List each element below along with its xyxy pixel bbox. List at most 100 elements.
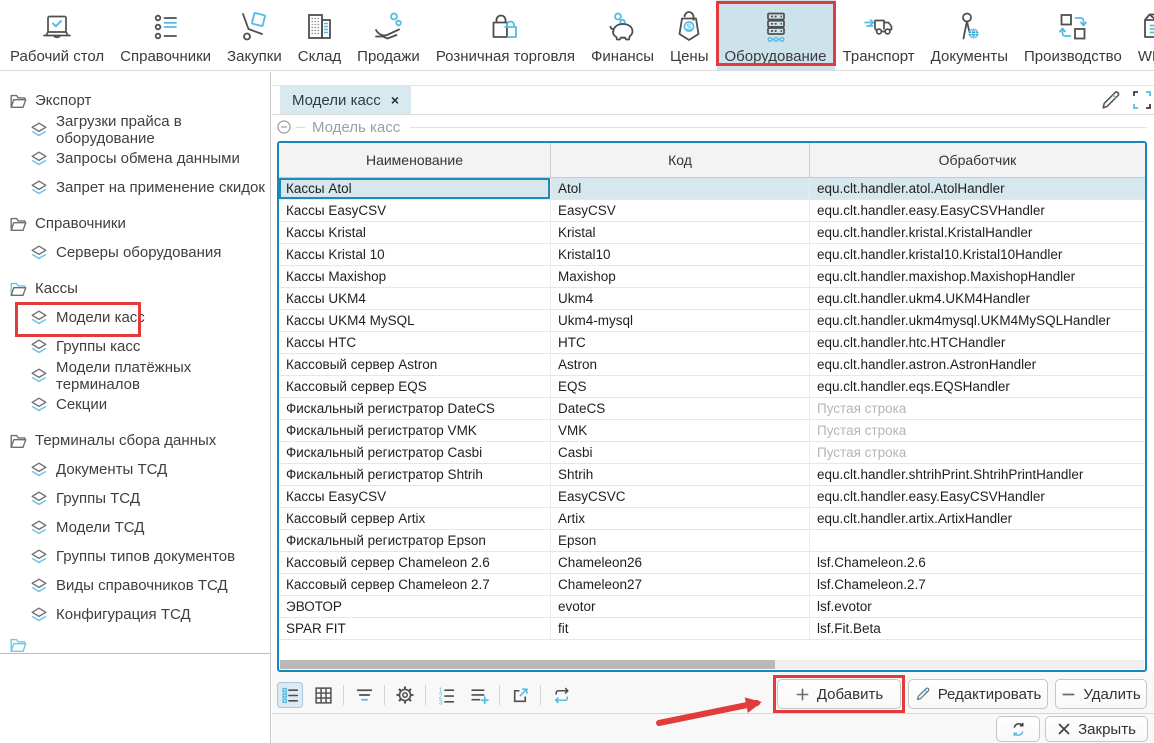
filter-icon[interactable] — [351, 682, 377, 708]
tree-item-export[interactable]: Экспорт — [0, 86, 270, 115]
close-x-icon — [1057, 722, 1071, 736]
table-row[interactable]: Кассы UKM4 MySQLUkm4-mysqlequ.clt.handle… — [279, 310, 1145, 332]
tree-item-price-uploads[interactable]: Загрузки прайса в оборудование — [0, 115, 270, 144]
tree-item-tsd-documents[interactable]: Документы ТСД — [0, 455, 270, 484]
edit-pencil-icon[interactable] — [1098, 88, 1122, 112]
table-row[interactable]: ЭВОТОРevotorlsf.evotor — [279, 596, 1145, 618]
toolbar-separator — [384, 685, 385, 705]
table-row[interactable]: Кассы EasyCSVEasyCSVCequ.clt.handler.eas… — [279, 486, 1145, 508]
tree-item-discount-ban[interactable]: Запрет на применение скидок — [0, 173, 270, 202]
tree-item-data-terminals[interactable]: Терминалы сбора данных — [0, 426, 270, 455]
production-icon — [1055, 7, 1091, 47]
tree-item-cash-register-groups[interactable]: Группы касс — [0, 332, 270, 361]
cell-code: Kristal10 — [551, 244, 810, 265]
delete-button[interactable]: Удалить — [1055, 679, 1147, 709]
refresh-icon — [1010, 721, 1027, 738]
table-row[interactable]: Кассовый сервер AstronAstronequ.clt.hand… — [279, 354, 1145, 376]
ribbon-item-finance[interactable]: Финансы — [583, 0, 662, 70]
table-row[interactable]: Кассы UKM4Ukm4equ.clt.handler.ukm4.UKM4H… — [279, 288, 1145, 310]
list-view-icon[interactable] — [277, 682, 303, 708]
tree-item-cash-register-models[interactable]: Модели касс — [0, 303, 270, 332]
table-row[interactable]: Кассы Kristal 10Kristal10equ.clt.handler… — [279, 244, 1145, 266]
ribbon-item-prices[interactable]: $Цены — [662, 0, 717, 70]
tree-item-sections[interactable]: Секции — [0, 390, 270, 419]
ribbon-item-production[interactable]: Производство — [1016, 0, 1130, 70]
table-row[interactable]: Фискальный регистратор CasbiCasbiПустая … — [279, 442, 1145, 464]
table-row[interactable]: Кассы EasyCSVEasyCSVequ.clt.handler.easy… — [279, 200, 1145, 222]
table-row[interactable]: SPAR FITfitlsf.Fit.Beta — [279, 618, 1145, 640]
table-row[interactable]: Кассы AtolAtolequ.clt.handler.atol.AtolH… — [279, 178, 1145, 200]
tab-close-icon[interactable]: × — [391, 93, 399, 107]
tree-item-exchange-requests[interactable]: Запросы обмена данными — [0, 144, 270, 173]
numbered-list-icon[interactable]: 123 — [433, 682, 459, 708]
table-row[interactable]: Фискальный регистратор ShtrihShtrihequ.c… — [279, 464, 1145, 486]
table-row[interactable]: Кассы HTCHTCequ.clt.handler.htc.HTCHandl… — [279, 332, 1145, 354]
table-row[interactable]: Фискальный регистратор EpsonEpson — [279, 530, 1145, 552]
column-header-handler[interactable]: Обработчик — [810, 143, 1145, 177]
add-row-icon[interactable] — [466, 682, 492, 708]
ribbon-item-label: Склад — [298, 47, 341, 66]
tab-cash-register-models[interactable]: Модели касс × — [280, 86, 411, 114]
refresh-button[interactable] — [996, 716, 1040, 742]
reload-icon[interactable] — [548, 682, 574, 708]
panel-title: Модель касс — [310, 119, 402, 136]
ribbon-item-equipment[interactable]: Оборудование — [717, 0, 835, 70]
edit-button[interactable]: Редактировать — [908, 679, 1048, 709]
column-header-name[interactable]: Наименование — [279, 143, 551, 177]
ribbon-item-transport[interactable]: Транспорт — [835, 0, 923, 70]
ribbon-item-sales[interactable]: Продажи — [349, 0, 428, 70]
tree-item-partial-folder[interactable] — [0, 636, 270, 653]
ribbon-item-purchases[interactable]: Закупки — [219, 0, 290, 70]
horizontal-scrollbar[interactable] — [280, 660, 1144, 669]
ribbon-item-handbooks[interactable]: Справочники — [112, 0, 219, 70]
add-button[interactable]: Добавить — [777, 679, 901, 709]
cell-handler: lsf.Chameleon.2.7 — [810, 574, 1145, 595]
tree-item-label: Документы ТСД — [56, 461, 167, 478]
table-row[interactable]: Кассовый сервер ArtixArtixequ.clt.handle… — [279, 508, 1145, 530]
table-row[interactable]: Фискальный регистратор DateCSDateCSПуста… — [279, 398, 1145, 420]
ribbon-item-retail[interactable]: Розничная торговля — [428, 0, 583, 70]
table-row[interactable]: Кассовый сервер Chameleon 2.6Chameleon26… — [279, 552, 1145, 574]
cell-name: Кассовый сервер Astron — [279, 354, 551, 375]
ribbon-item-desktop[interactable]: Рабочий стол — [2, 0, 112, 70]
fullscreen-icon[interactable] — [1130, 88, 1154, 112]
table-row[interactable]: Кассы KristalKristalequ.clt.handler.kris… — [279, 222, 1145, 244]
cell-code: Artix — [551, 508, 810, 529]
toolbar-separator — [425, 685, 426, 705]
tree-item-tsd-groups[interactable]: Группы ТСД — [0, 484, 270, 513]
tree-item-label: Запросы обмена данными — [56, 150, 240, 167]
ribbon-item-label: Производство — [1024, 47, 1122, 66]
tree-item-payment-terminal-models[interactable]: Модели платёжных терминалов — [0, 361, 270, 390]
table-row[interactable]: Кассовый сервер Chameleon 2.7Chameleon27… — [279, 574, 1145, 596]
tree-item-label: Виды справочников ТСД — [56, 577, 228, 594]
grid-view-icon[interactable] — [310, 682, 336, 708]
tree-item-tsd-configuration[interactable]: Конфигурация ТСД — [0, 600, 270, 629]
minus-icon — [1061, 687, 1076, 702]
cell-name: Фискальный регистратор VMK — [279, 420, 551, 441]
open-in-window-icon[interactable] — [507, 682, 533, 708]
cell-code: Casbi — [551, 442, 810, 463]
scrollbar-thumb[interactable] — [280, 660, 775, 669]
ribbon-item-wms[interactable]: WMS — [1130, 0, 1154, 70]
ribbon-item-warehouse[interactable]: Склад — [290, 0, 349, 70]
ribbon-item-label: Розничная торговля — [436, 47, 575, 66]
tree-item-label: Модели касс — [56, 309, 145, 326]
tree-item-tsd-models[interactable]: Модели ТСД — [0, 513, 270, 542]
tree-item-tsd-handbook-types[interactable]: Виды справочников ТСД — [0, 571, 270, 600]
tree-item-cash-registers[interactable]: Кассы — [0, 274, 270, 303]
table-row[interactable]: Фискальный регистратор VMKVMKПустая стро… — [279, 420, 1145, 442]
column-header-code[interactable]: Код — [551, 143, 810, 177]
tree-item-handbooks[interactable]: Справочники — [0, 209, 270, 238]
sales-icon — [371, 7, 407, 47]
close-button[interactable]: Закрыть — [1045, 716, 1148, 742]
cell-code: VMK — [551, 420, 810, 441]
folder-icon — [8, 214, 28, 234]
gear-icon[interactable] — [392, 682, 418, 708]
table-row[interactable]: Кассовый сервер EQSEQSequ.clt.handler.eq… — [279, 376, 1145, 398]
tree-item-equipment-servers[interactable]: Серверы оборудования — [0, 238, 270, 267]
tree-item-doc-type-groups[interactable]: Группы типов документов — [0, 542, 270, 571]
ribbon-item-documents[interactable]: Документы — [923, 0, 1016, 70]
cell-name: Кассовый сервер EQS — [279, 376, 551, 397]
table-row[interactable]: Кассы MaxishopMaxishopequ.clt.handler.ma… — [279, 266, 1145, 288]
collapse-icon[interactable] — [277, 120, 291, 134]
